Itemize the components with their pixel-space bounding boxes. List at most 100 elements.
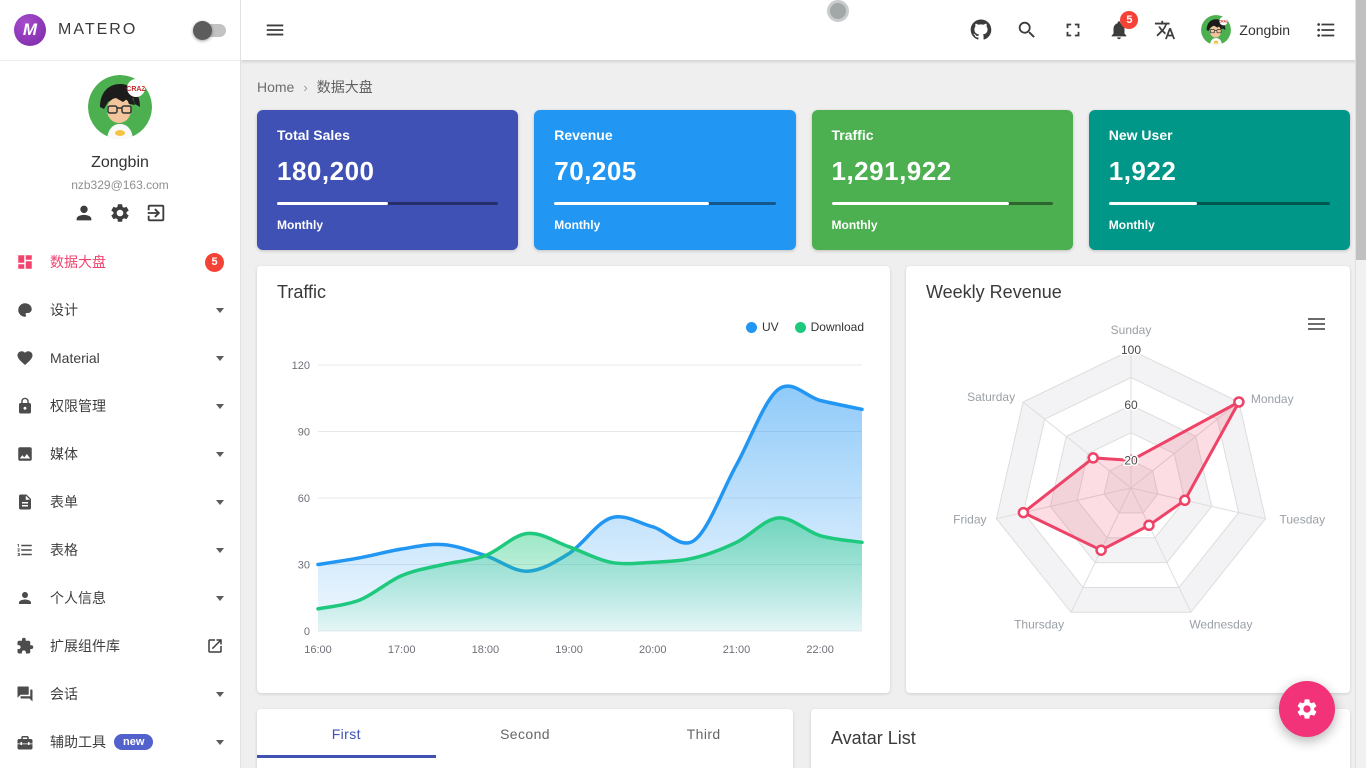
sidebar-item-chat[interactable]: 会话 <box>0 670 240 718</box>
sidebar-item-form[interactable]: 表单 <box>0 478 240 526</box>
topbar: 5 CRAZ Zongbin <box>241 0 1366 60</box>
table-icon <box>17 544 32 556</box>
fullscreen-button[interactable] <box>1053 10 1093 50</box>
sidebar-item-lock[interactable]: 权限管理 <box>0 382 240 430</box>
sidebar-item-dashboard[interactable]: 数据大盘 5 <box>0 238 240 286</box>
form-icon <box>19 494 31 510</box>
sidebar-item-label: 辅助工具 <box>50 734 106 750</box>
sidebar-item-table[interactable]: 表格 <box>0 526 240 574</box>
svg-text:90: 90 <box>298 427 310 439</box>
sidebar-item-label: 会话 <box>50 686 78 702</box>
fullscreen-icon <box>1066 23 1080 37</box>
tab-third[interactable]: Third <box>614 709 793 758</box>
notifications-button[interactable]: 5 <box>1099 10 1139 50</box>
stat-caption: Monthly <box>831 218 878 232</box>
user-panel: CRAZ Zongbin nzb329@163.com <box>0 61 240 232</box>
tab-first[interactable]: First <box>257 709 436 758</box>
topbar-user-name: Zongbin <box>1239 22 1290 38</box>
sidebar-item-label: 个人信息 <box>50 590 106 606</box>
svg-text:20:00: 20:00 <box>639 644 667 656</box>
matero-logo-icon: M <box>14 14 46 46</box>
settings-icon <box>111 204 129 222</box>
github-button[interactable] <box>961 10 1001 50</box>
stat-caption: Monthly <box>277 218 323 232</box>
avatar-list-card: Avatar List <box>811 709 1350 768</box>
svg-text:16:00: 16:00 <box>304 644 332 656</box>
svg-text:17:00: 17:00 <box>388 644 416 656</box>
translate-button[interactable] <box>1145 10 1185 50</box>
sidebar-item-heart[interactable]: Material <box>0 334 240 382</box>
scrollbar-thumb[interactable] <box>1356 0 1366 260</box>
svg-text:60: 60 <box>298 493 310 505</box>
stat-progress <box>277 202 499 205</box>
svg-text:0: 0 <box>304 626 310 638</box>
brand-name: MATERO <box>58 21 138 38</box>
stat-progress <box>1108 202 1330 205</box>
stat-caption: Monthly <box>554 218 601 232</box>
stat-title: New User <box>1108 127 1173 143</box>
legend-item-uv[interactable]: UV <box>745 320 779 334</box>
svg-text:120: 120 <box>292 360 310 372</box>
sidebar-item-person[interactable]: 个人信息 <box>0 574 240 622</box>
search-button[interactable] <box>1007 10 1047 50</box>
sidebar-header: M MATERO <box>0 0 240 61</box>
content: Home › 数据大盘 Total Sales 180,200 Monthly … <box>241 60 1366 768</box>
sidebar-item-label: 媒体 <box>50 446 78 462</box>
svg-text:Thursday: Thursday <box>1014 617 1064 631</box>
user-actions <box>0 202 240 224</box>
chevron-down-icon <box>216 403 224 409</box>
logout-button[interactable] <box>145 202 167 224</box>
svg-text:CRAZ: CRAZ <box>126 86 146 93</box>
weekly-revenue-chart: Sunday Monday Tuesday Wednesday Thursday Frid… <box>926 282 1331 677</box>
recorder-dot <box>827 0 849 22</box>
chevron-down-icon <box>216 739 224 745</box>
sidebar-collapse-toggle[interactable] <box>193 20 226 40</box>
person-button[interactable] <box>73 202 95 224</box>
sidebar-item-palette[interactable]: 设计 <box>0 286 240 334</box>
sidebar-item-extension[interactable]: 扩展组件库 <box>0 622 240 670</box>
sidebar-item-image[interactable]: 媒体 <box>0 430 240 478</box>
topbar-icon-buttons: 5 <box>961 10 1185 50</box>
list-icon[interactable] <box>1306 10 1346 50</box>
palette-icon <box>18 303 32 317</box>
stat-card-new-user: New User 1,922 Monthly <box>1088 110 1350 250</box>
stats-row: Total Sales 180,200 Monthly Revenue 70,2… <box>257 110 1350 250</box>
user-menu-trigger[interactable]: CRAZ Zongbin <box>1191 10 1300 50</box>
new-badge: new <box>114 734 154 750</box>
sidebar-item-label: 设计 <box>50 302 78 318</box>
dashboard-icon <box>18 255 32 269</box>
page-scrollbar <box>1355 0 1366 768</box>
svg-text:22:00: 22:00 <box>806 644 834 656</box>
tab-ink-bar <box>257 755 436 758</box>
stat-title: Total Sales <box>277 127 350 143</box>
stat-card-revenue: Revenue 70,205 Monthly <box>534 110 796 250</box>
breadcrumb-current: 数据大盘 <box>316 79 373 95</box>
settings-button[interactable] <box>109 202 131 224</box>
svg-text:Friday: Friday <box>953 513 986 527</box>
sidebar-item-toolbox[interactable]: 辅助工具 new <box>0 718 240 766</box>
chevron-down-icon <box>216 355 224 361</box>
chevron-down-icon <box>216 451 224 457</box>
sidebar-item-label: Material <box>50 350 100 366</box>
traffic-chart-title: Traffic <box>277 282 327 302</box>
settings-fab[interactable] <box>1279 681 1335 737</box>
svg-text:Saturday: Saturday <box>967 390 1015 404</box>
chevron-down-icon <box>216 547 224 553</box>
legend-item-download[interactable]: Download <box>794 320 864 334</box>
svg-text:100: 100 <box>1121 343 1141 357</box>
tabs-card: First Second Third <box>257 709 793 768</box>
stat-card-traffic: Traffic 1,291,922 Monthly <box>811 110 1073 250</box>
tab-second[interactable]: Second <box>436 709 615 758</box>
menu-toggle-button[interactable] <box>255 10 295 50</box>
external-link-icon <box>208 639 222 653</box>
svg-text:20: 20 <box>1124 453 1138 467</box>
sidebar-item-label: 表格 <box>50 542 78 558</box>
image-icon <box>18 447 32 461</box>
chevron-down-icon <box>216 595 224 601</box>
svg-text:Wednesday: Wednesday <box>1189 617 1252 631</box>
breadcrumb-home[interactable]: Home <box>257 79 294 95</box>
svg-text:21:00: 21:00 <box>723 644 751 656</box>
breadcrumb: Home › 数据大盘 <box>257 74 1350 100</box>
svg-text:Monday: Monday <box>1251 392 1294 406</box>
menu-icon <box>266 24 284 36</box>
